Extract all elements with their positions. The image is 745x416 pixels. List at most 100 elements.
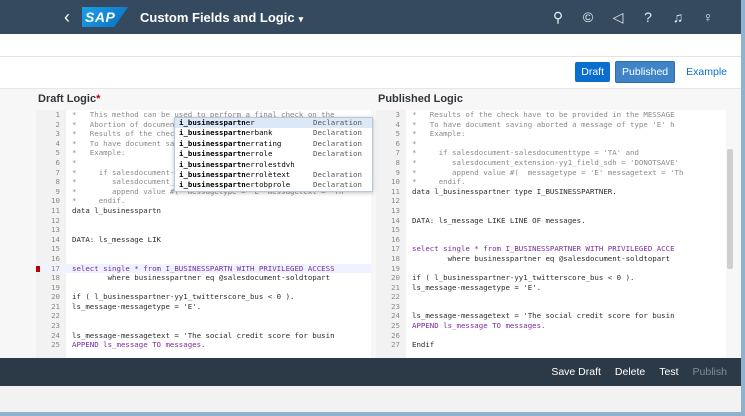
back-button[interactable]: ‹ bbox=[56, 0, 78, 34]
app-title-menu[interactable]: Custom Fields and Logic ▾ bbox=[140, 10, 303, 25]
chevron-down-icon: ▾ bbox=[298, 13, 304, 24]
autocomplete-item[interactable]: i_businesspartnerrole Declaration bbox=[175, 149, 372, 159]
suggestion-prefix: i_businesspartn bbox=[179, 180, 246, 190]
delete-button[interactable]: Delete bbox=[615, 366, 645, 378]
line-number: 8 bbox=[395, 157, 400, 167]
draft-logic-title: Draft Logic* bbox=[38, 93, 101, 105]
test-button[interactable]: Test bbox=[659, 366, 678, 378]
code-text: DATA: ls_message LIKE LINE OF messages. bbox=[412, 215, 586, 225]
code-line: 18 where businesspartner eq @salesdocume… bbox=[36, 273, 371, 283]
example-button[interactable]: Example bbox=[680, 62, 733, 82]
sub-header bbox=[0, 34, 741, 57]
line-number: 25 bbox=[51, 340, 60, 350]
code-text: * if salesdocument-salesdocumenttype = '… bbox=[412, 148, 639, 158]
line-number: 10 bbox=[391, 177, 400, 187]
shell-bar: ‹ SAP Custom Fields and Logic ▾ ⚲ © ◁ ? ♫… bbox=[0, 0, 741, 34]
line-number: 21 bbox=[391, 282, 400, 292]
code-text: where businesspartner eq @salesdocument-… bbox=[72, 273, 331, 283]
suggestion-prefix: i_businesspartn bbox=[179, 149, 246, 159]
line-number: 23 bbox=[51, 321, 60, 331]
code-text: if ( l_businesspartner-yy1_twitterscore_… bbox=[72, 292, 295, 302]
bell-icon[interactable]: ♫ bbox=[663, 9, 693, 25]
code-line: 16 bbox=[376, 235, 726, 245]
autocomplete-item[interactable]: i_businesspartnerrolètext Declaration bbox=[175, 170, 372, 180]
line-number: 4 bbox=[55, 138, 60, 148]
line-number: 6 bbox=[55, 157, 60, 167]
page-bottom bbox=[0, 386, 741, 412]
code-line: 18 where businesspartner eq @salesdocume… bbox=[376, 254, 726, 264]
line-number: 7 bbox=[55, 167, 60, 177]
search-icon[interactable]: ⚲ bbox=[543, 9, 573, 26]
code-text: DATA: ls_message LIK bbox=[72, 234, 161, 244]
code-text: APPEND ls_message TO messages. bbox=[72, 340, 206, 350]
line-number: 5 bbox=[55, 148, 60, 158]
line-number: 17 bbox=[391, 244, 400, 254]
line-number: 24 bbox=[51, 330, 60, 340]
line-number: 24 bbox=[391, 311, 400, 321]
line-number: 22 bbox=[51, 311, 60, 321]
co-pilot-icon[interactable]: © bbox=[573, 9, 603, 25]
scrollbar[interactable] bbox=[727, 149, 733, 269]
code-text: * endif. bbox=[412, 177, 466, 187]
published-button[interactable]: Published bbox=[615, 61, 676, 83]
line-number: 21 bbox=[51, 301, 60, 311]
toolbar: Draft Published Example bbox=[0, 57, 741, 87]
autocomplete-item[interactable]: i_businesspartner Declaration bbox=[175, 118, 372, 129]
line-number: 16 bbox=[391, 234, 400, 244]
code-text: * salesdocument_extension-yy1_field_sdh … bbox=[412, 157, 679, 167]
line-number: 12 bbox=[51, 215, 60, 225]
line-number: 6 bbox=[395, 138, 400, 148]
megaphone-icon[interactable]: ◁ bbox=[603, 9, 633, 26]
code-text: where businesspartner eq @salesdocument-… bbox=[412, 253, 671, 263]
code-line: 9 * append value #( messagetype = 'E' mes… bbox=[376, 168, 726, 178]
line-number: 2 bbox=[55, 119, 60, 129]
line-number: 3 bbox=[395, 110, 400, 119]
autocomplete-popup[interactable]: i_businesspartner Declaration i_businesspa… bbox=[174, 117, 373, 192]
code-line: 11 data l_businesspartn bbox=[36, 206, 371, 216]
code-line: 22 bbox=[376, 292, 726, 302]
code-text: * Example: bbox=[72, 148, 126, 158]
line-number: 18 bbox=[391, 253, 400, 263]
code-line: 10 * endif. bbox=[36, 196, 371, 206]
code-line: 27 Endif bbox=[376, 340, 726, 350]
line-number: 25 bbox=[391, 321, 400, 331]
published-code-editor[interactable]: 3 * Results of the check have to be provi… bbox=[376, 110, 726, 360]
publish-button[interactable]: Publish bbox=[693, 366, 727, 378]
suggestion-kind: Declaration bbox=[313, 149, 362, 159]
line-number: 14 bbox=[391, 215, 400, 225]
suggestion-rest: errolètext bbox=[245, 169, 291, 179]
autocomplete-item[interactable]: i_businesspartnerbank Declaration bbox=[175, 128, 372, 138]
code-text: ls_message-messagetype = 'E'. bbox=[412, 282, 542, 292]
code-line: 19 bbox=[376, 264, 726, 274]
line-number: 7 bbox=[395, 148, 400, 158]
sap-logo: SAP bbox=[82, 7, 128, 27]
code-line: 15 bbox=[36, 244, 371, 254]
autocomplete-item[interactable]: i_businesspartnerrolestdvh bbox=[175, 160, 372, 170]
user-icon[interactable]: ♀ bbox=[693, 9, 723, 25]
line-number: 3 bbox=[55, 129, 60, 139]
line-number: 19 bbox=[391, 263, 400, 273]
autocomplete-item[interactable]: i_businesspartnerrating Declaration bbox=[175, 139, 372, 149]
line-number: 13 bbox=[51, 225, 60, 235]
code-line: 15 bbox=[376, 225, 726, 235]
line-number: 19 bbox=[51, 282, 60, 292]
code-line: 8 * salesdocument_extension-yy1_field_sdh… bbox=[376, 158, 726, 168]
line-number: 11 bbox=[391, 186, 400, 196]
code-text: select single * from I_BUSINESSPARTN WIT… bbox=[72, 263, 335, 273]
draft-button[interactable]: Draft bbox=[575, 62, 611, 82]
code-line: 12 bbox=[376, 196, 726, 206]
line-number: 12 bbox=[391, 196, 400, 206]
code-text: * Example: bbox=[412, 129, 466, 139]
line-number: 1 bbox=[55, 110, 60, 119]
autocomplete-item[interactable]: i_businesspartnertobprole Declaration bbox=[175, 180, 372, 190]
suggestion-name: i_businesspartnerbank bbox=[179, 128, 313, 138]
suggestion-rest: errole bbox=[245, 149, 273, 159]
suggestion-prefix: i_businesspartn bbox=[179, 159, 246, 169]
help-icon[interactable]: ? bbox=[633, 9, 663, 25]
code-line: 24 ls_message-messagetext = 'The social c… bbox=[376, 311, 726, 321]
code-line: 23 bbox=[36, 321, 371, 331]
line-number: 16 bbox=[51, 253, 60, 263]
code-line: 6 * bbox=[376, 139, 726, 149]
app-title: Custom Fields and Logic bbox=[140, 9, 295, 25]
save-draft-button[interactable]: Save Draft bbox=[551, 366, 601, 378]
